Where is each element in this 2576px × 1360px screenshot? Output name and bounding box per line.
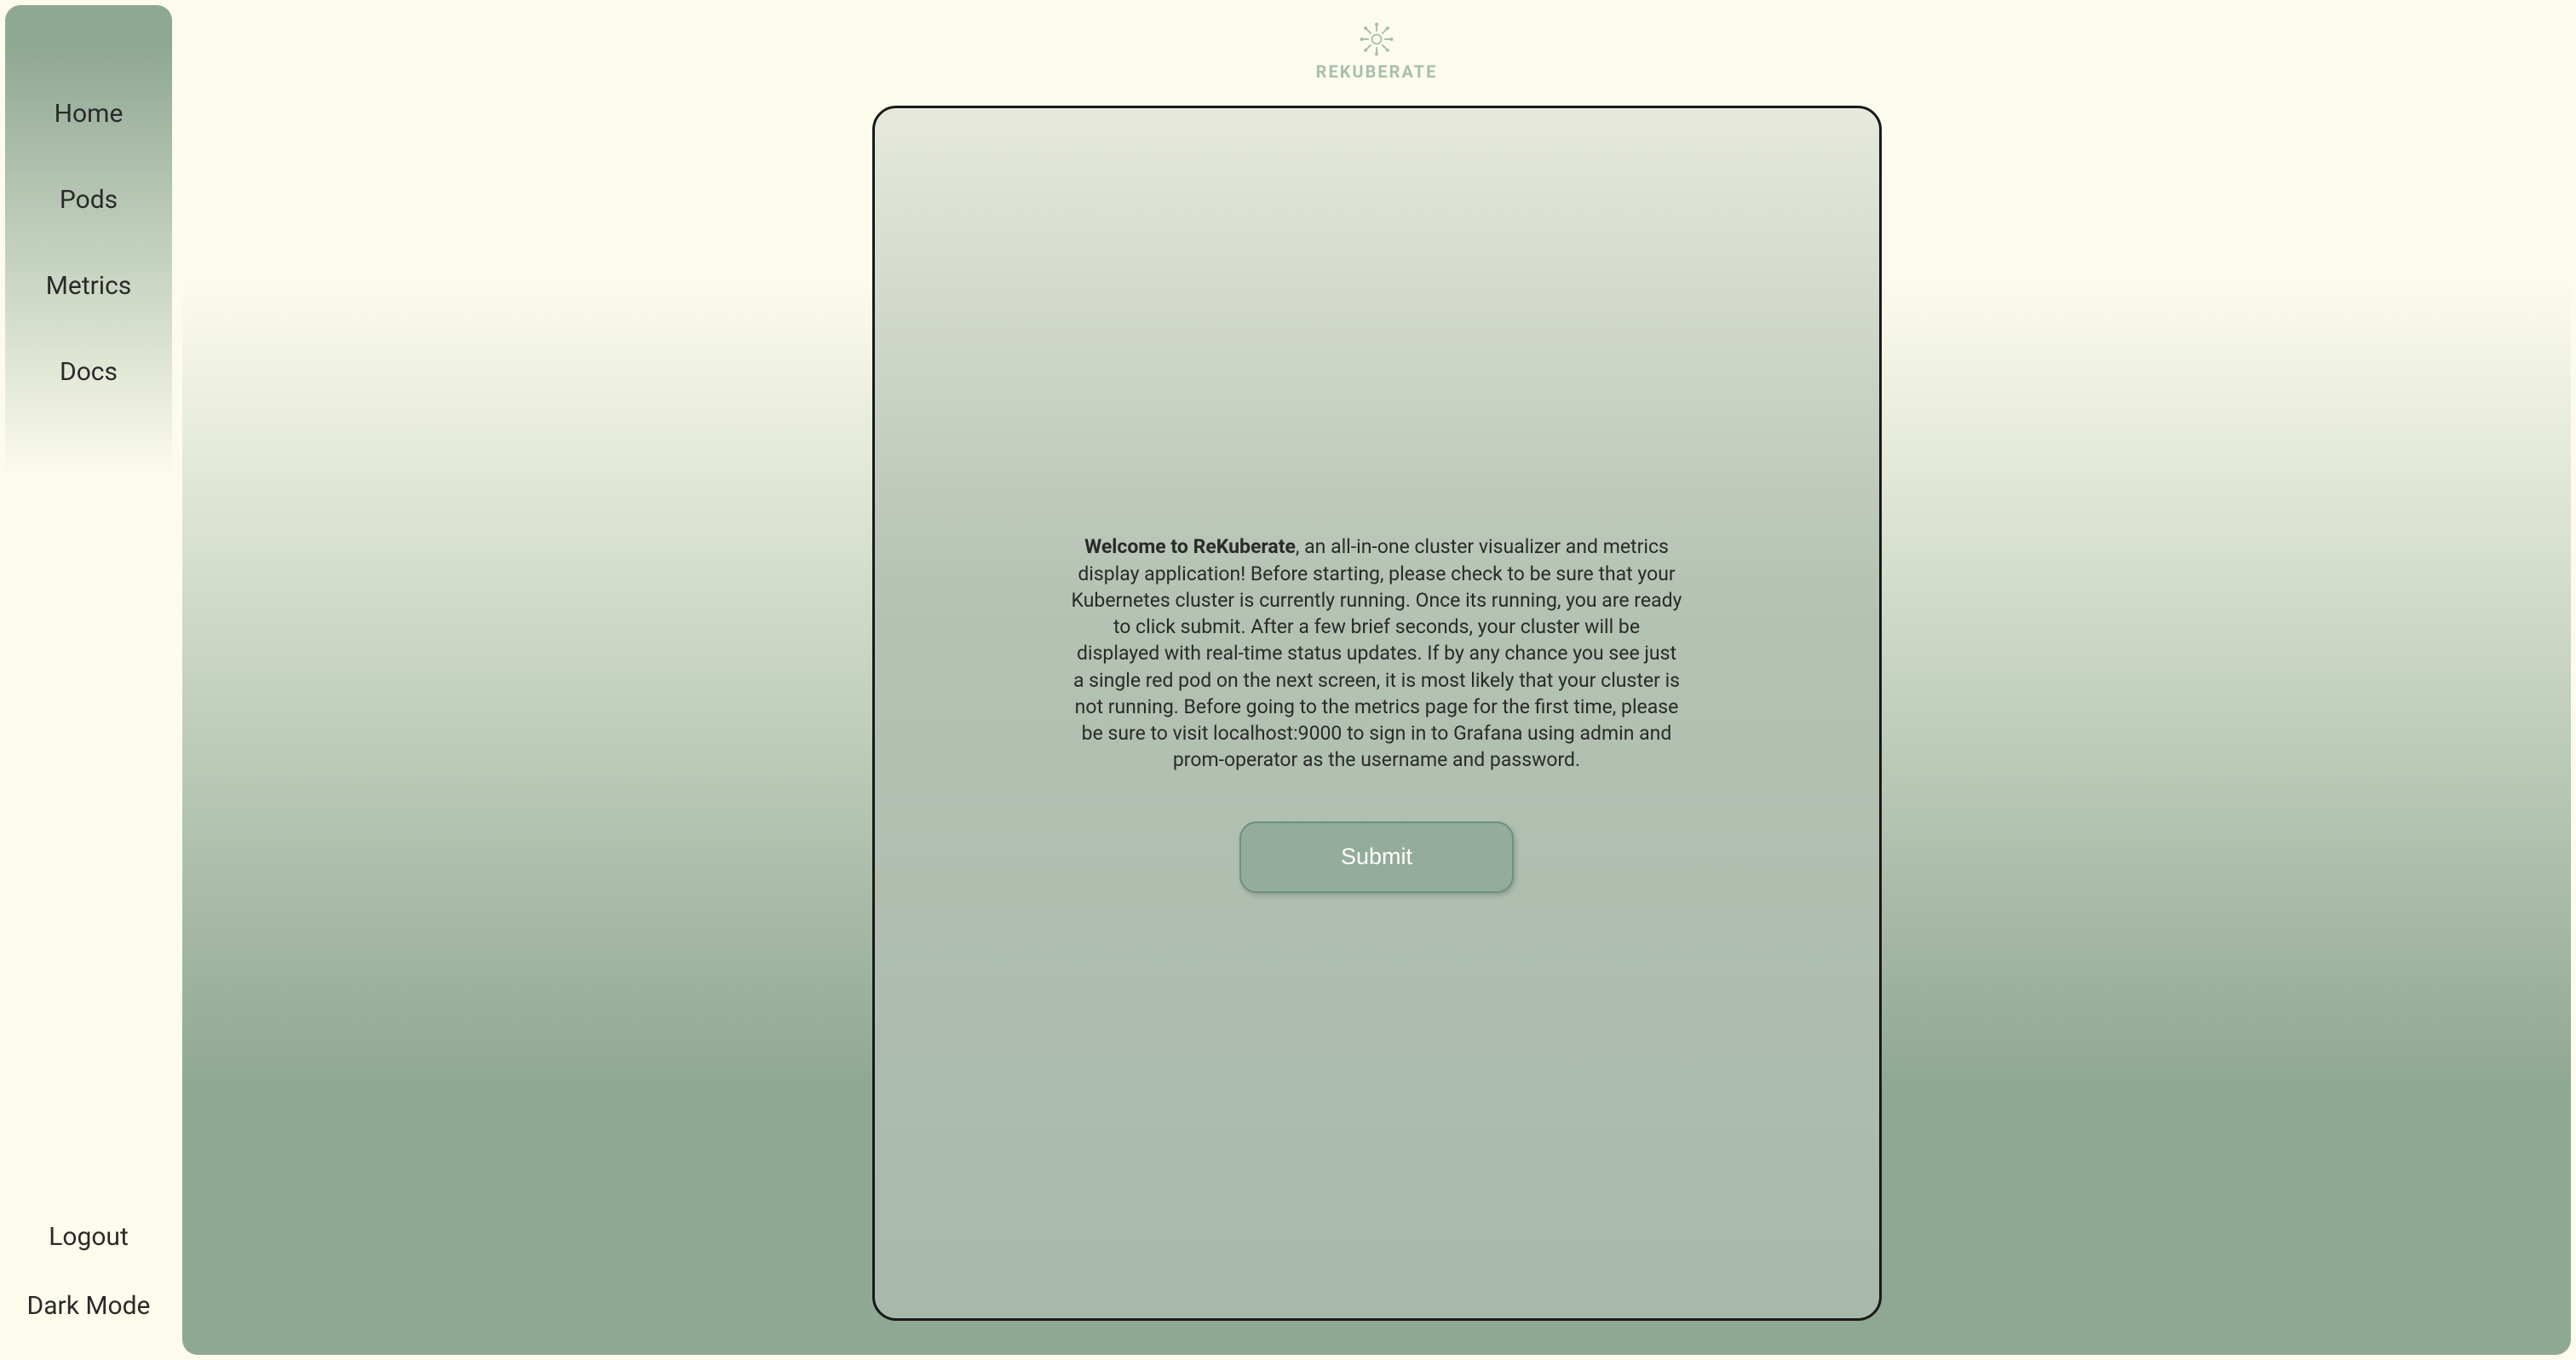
main-area: REKUBERATE Welcome to ReKuberate, an all… [182,5,2571,1355]
sidebar-item-metrics[interactable]: Metrics [46,271,132,301]
app-root: Home Pods Metrics Docs Logout Dark Mode [0,0,2576,1360]
welcome-title: Welcome to ReKuberate [1084,535,1296,558]
gear-virus-icon [1358,20,1395,58]
sidebar-item-logout[interactable]: Logout [49,1222,129,1252]
sidebar-top-group: Home Pods Metrics Docs [46,99,132,1222]
sidebar-item-home[interactable]: Home [55,99,124,129]
welcome-body: , an all-in-one cluster visualizer and m… [1072,535,1682,771]
sidebar-item-docs[interactable]: Docs [60,357,118,387]
welcome-card: Welcome to ReKuberate, an all-in-one clu… [872,106,1882,1321]
brand-name: REKUBERATE [1316,61,1438,82]
sidebar: Home Pods Metrics Docs Logout Dark Mode [5,5,172,1355]
submit-button[interactable]: Submit [1239,821,1514,893]
sidebar-item-pods[interactable]: Pods [60,185,118,215]
sidebar-bottom-group: Logout Dark Mode [27,1222,151,1321]
welcome-text: Welcome to ReKuberate, an all-in-one clu… [1070,533,1683,773]
brand-logo: REKUBERATE [1316,20,1438,82]
sidebar-item-darkmode[interactable]: Dark Mode [27,1291,151,1321]
